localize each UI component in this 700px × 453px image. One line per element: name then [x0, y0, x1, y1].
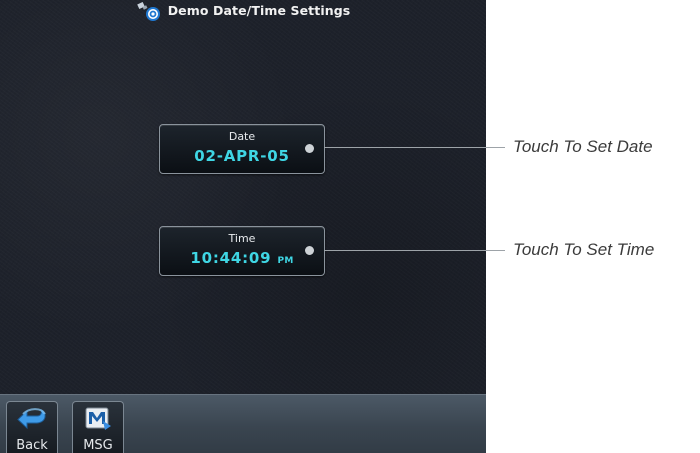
date-callout-line [324, 147, 505, 148]
date-callout-text: Touch To Set Date [513, 137, 653, 156]
back-button[interactable]: Back [6, 401, 58, 453]
time-button[interactable]: Time 10:44:09 PM [159, 226, 325, 276]
title-bar: Demo Date/Time Settings [0, 0, 486, 26]
button-indicator-dot [305, 246, 314, 255]
time-callout-text: Touch To Set Time [513, 240, 655, 259]
satellite-settings-icon [136, 1, 164, 24]
back-label: Back [16, 438, 48, 453]
time-callout-line [324, 250, 505, 251]
date-label: Date [228, 130, 256, 143]
msg-label: MSG [83, 438, 113, 453]
msg-button[interactable]: MSG [72, 401, 124, 453]
date-button[interactable]: Date 02-APR-05 [159, 124, 325, 174]
time-value: 10:44:09 [190, 249, 272, 267]
back-arrow-icon [15, 406, 49, 436]
message-icon [83, 406, 113, 436]
time-value-container: 10:44:09 PM [160, 249, 324, 267]
page-title: Demo Date/Time Settings [167, 2, 351, 18]
device-screen: Demo Date/Time Settings Date 02-APR-05 T… [0, 0, 486, 453]
bottom-softkey-bar: Back MSG [0, 394, 486, 453]
time-label: Time [228, 232, 256, 245]
date-value: 02-APR-05 [194, 147, 290, 165]
time-ampm: PM [277, 256, 294, 266]
button-indicator-dot [305, 144, 314, 153]
